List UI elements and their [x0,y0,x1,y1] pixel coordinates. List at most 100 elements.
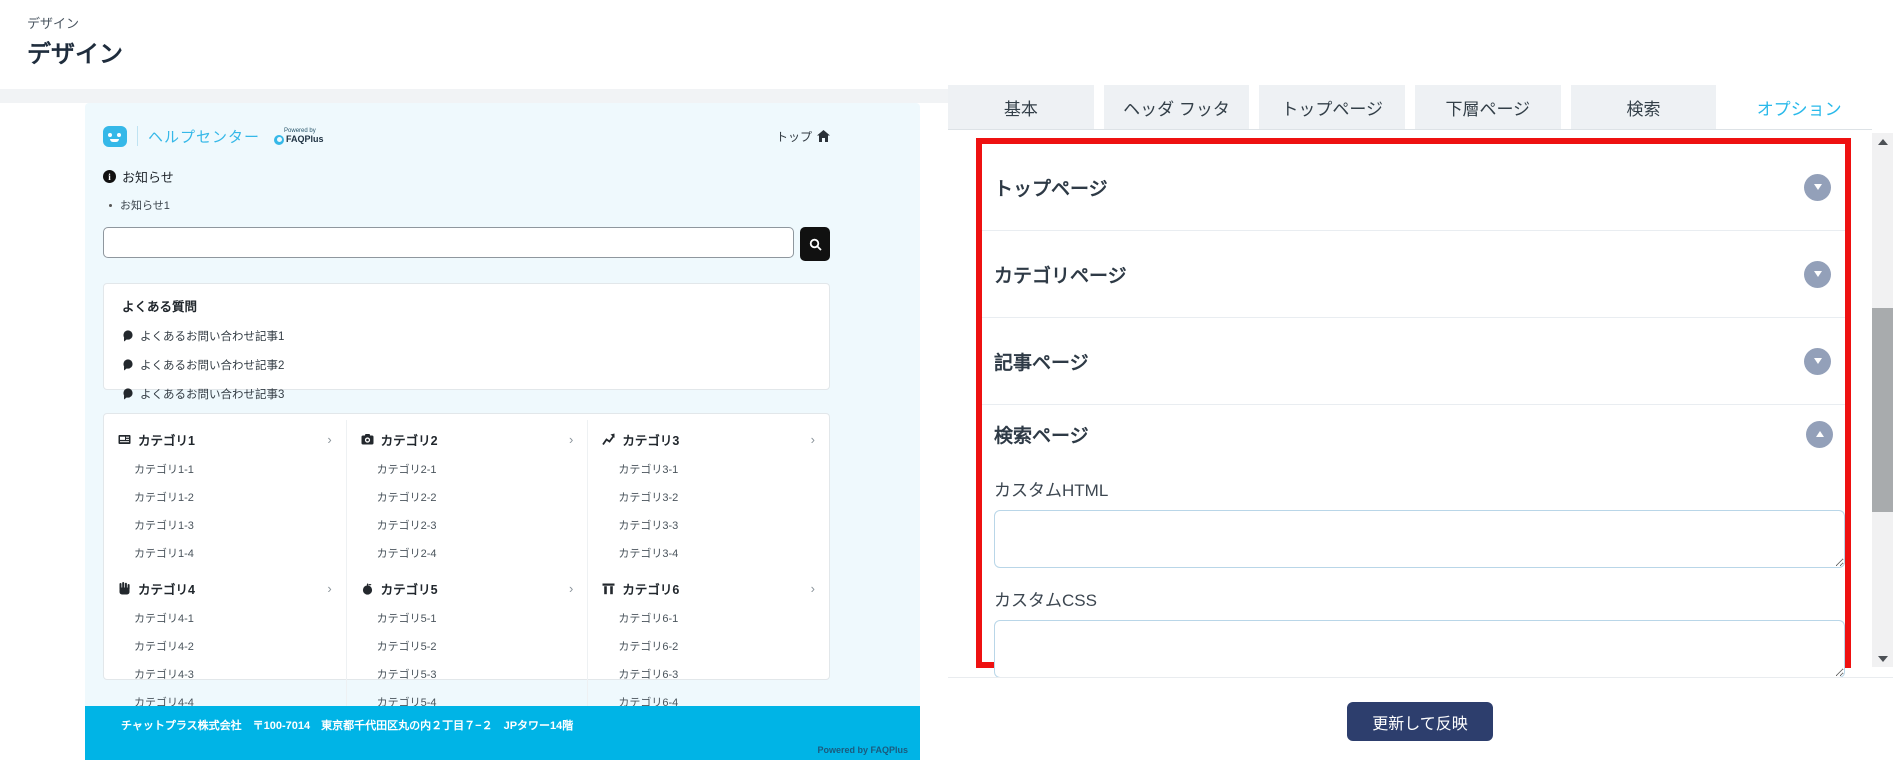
category-header[interactable]: カテゴリ5 › [361,579,574,598]
accordion-title: 検索ページ [994,421,1089,448]
accordion-article-page[interactable]: 記事ページ [982,318,1845,405]
design-options-panel: 基本 ヘッダ フッタ トップページ 下層ページ 検索 オプション トップページ … [948,85,1872,760]
category-item[interactable]: カテゴリ4-2 [134,632,332,660]
category-item[interactable]: カテゴリ2-2 [377,483,574,511]
category-header[interactable]: カテゴリ4 › [118,579,332,598]
custom-css-label: カスタムCSS [994,586,1833,611]
powered-by-badge[interactable]: Powered by FAQPlus [274,128,324,145]
breadcrumb[interactable]: デザイン [27,13,79,32]
faq-item[interactable]: よくあるお問い合わせ記事3 [122,386,811,402]
notice-title: お知らせ [122,167,174,186]
faq-item[interactable]: よくあるお問い合わせ記事2 [122,357,811,373]
scroll-down-arrow[interactable] [1872,650,1893,667]
category-item[interactable]: カテゴリ3-3 [618,511,815,539]
accordion-top-page[interactable]: トップページ [982,144,1845,231]
tab-options[interactable]: オプション [1726,85,1872,129]
monument-icon [602,582,615,595]
page-header: デザイン デザイン [0,0,1893,88]
footer-company-text: チャットプラス株式会社 〒100-7014 東京都千代田区丸の内２丁目７−２ J… [121,717,573,733]
chevron-right-icon: › [811,581,815,596]
logo-separator [137,126,138,146]
expand-button[interactable] [1804,348,1831,375]
category-item[interactable]: カテゴリ2-3 [377,511,574,539]
category-item[interactable]: カテゴリ1-1 [134,455,332,483]
custom-html-textarea[interactable] [994,510,1845,568]
speech-bubble-icon [122,330,134,342]
faq-card: よくある質問 よくあるお問い合わせ記事1 よくあるお問い合わせ記事2 よくあるお… [103,283,830,390]
category-item[interactable]: カテゴリ2-4 [377,539,574,567]
tab-bar: 基本 ヘッダ フッタ トップページ 下層ページ 検索 オプション [948,85,1872,130]
accordion-title: 記事ページ [994,348,1089,375]
category-item[interactable]: カテゴリ1-3 [134,511,332,539]
category-item[interactable]: カテゴリ3-4 [618,539,815,567]
custom-css-textarea[interactable] [994,620,1845,678]
category-name: カテゴリ6 [622,579,679,598]
notice-item[interactable]: お知らせ1 [109,197,603,213]
faqplus-logo-icon [274,135,284,145]
search-button[interactable] [800,227,830,261]
speech-bubble-icon [122,388,134,400]
category-header[interactable]: カテゴリ6 › [602,579,815,598]
footer-powered-by[interactable]: Powered by FAQPlus [817,745,908,755]
chevron-right-icon: › [327,581,331,596]
category-item[interactable]: カテゴリ4-3 [134,660,332,688]
category-header[interactable]: カテゴリ2 › [361,430,574,449]
faq-item-label: よくあるお問い合わせ記事3 [140,386,284,402]
tab-basic[interactable]: 基本 [948,85,1094,129]
category-name: カテゴリ2 [381,430,438,449]
category-block: カテゴリ3 › カテゴリ3-1 カテゴリ3-2 カテゴリ3-3 カテゴリ3-4 [587,420,829,569]
camera-icon [361,433,374,446]
category-block: カテゴリ6 › カテゴリ6-1 カテゴリ6-2 カテゴリ6-3 カテゴリ6-4 [587,569,829,718]
chat-logo-icon [103,126,127,147]
accordion-header[interactable]: 検索ページ [994,405,1833,463]
chevron-down-icon [1814,358,1822,364]
newspaper-icon [118,433,131,446]
category-item[interactable]: カテゴリ6-3 [618,660,815,688]
category-item[interactable]: カテゴリ5-2 [377,632,574,660]
category-item[interactable]: カテゴリ5-1 [377,604,574,632]
category-item[interactable]: カテゴリ3-2 [618,483,815,511]
vertical-scrollbar[interactable] [1872,133,1893,667]
category-item[interactable]: カテゴリ1-2 [134,483,332,511]
brand-name[interactable]: ヘルプセンター [148,126,260,147]
chevron-up-icon [1816,431,1824,437]
notice-item-label: お知らせ1 [120,197,170,213]
category-item[interactable]: カテゴリ2-1 [377,455,574,483]
preview-footer: チャットプラス株式会社 〒100-7014 東京都千代田区丸の内２丁目７−２ J… [85,706,920,760]
category-item[interactable]: カテゴリ3-1 [618,455,815,483]
category-item[interactable]: カテゴリ1-4 [134,539,332,567]
category-item[interactable]: カテゴリ6-2 [618,632,815,660]
category-item[interactable]: カテゴリ5-3 [377,660,574,688]
top-link-label: トップ [776,128,812,145]
category-name: カテゴリ5 [381,579,438,598]
category-header[interactable]: カテゴリ3 › [602,430,815,449]
chevron-right-icon: › [569,432,573,447]
scrollbar-thumb[interactable] [1872,308,1893,512]
tab-top-page[interactable]: トップページ [1259,85,1405,129]
category-grid-card: カテゴリ1 › カテゴリ1-1 カテゴリ1-2 カテゴリ1-3 カテゴリ1-4 … [103,413,830,680]
update-apply-button[interactable]: 更新して反映 [1347,702,1493,741]
category-block: カテゴリ2 › カテゴリ2-1 カテゴリ2-2 カテゴリ2-3 カテゴリ2-4 [346,420,588,569]
accordion-category-page[interactable]: カテゴリページ [982,231,1845,318]
category-item[interactable]: カテゴリ6-1 [618,604,815,632]
tab-search[interactable]: 検索 [1571,85,1717,129]
search-input[interactable] [103,227,794,258]
category-block: カテゴリ4 › カテゴリ4-1 カテゴリ4-2 カテゴリ4-3 カテゴリ4-4 [104,569,346,718]
bullet-icon [109,204,112,207]
page-title: デザイン [27,34,123,69]
faq-item[interactable]: よくあるお問い合わせ記事1 [122,328,811,344]
category-name: カテゴリ1 [138,430,195,449]
scroll-up-arrow[interactable] [1872,133,1893,150]
expand-button[interactable] [1804,174,1831,201]
tab-header-footer[interactable]: ヘッダ フッタ [1104,85,1250,129]
tab-sub-page[interactable]: 下層ページ [1415,85,1561,129]
category-block: カテゴリ5 › カテゴリ5-1 カテゴリ5-2 カテゴリ5-3 カテゴリ5-4 [346,569,588,718]
chevron-right-icon: › [811,432,815,447]
expand-button[interactable] [1804,261,1831,288]
preview-top-link[interactable]: トップ [776,128,830,145]
collapse-button[interactable] [1806,421,1833,448]
category-item[interactable]: カテゴリ4-1 [134,604,332,632]
category-header[interactable]: カテゴリ1 › [118,430,332,449]
accordion-title: トップページ [994,174,1108,201]
faq-card-title: よくある質問 [122,296,811,315]
